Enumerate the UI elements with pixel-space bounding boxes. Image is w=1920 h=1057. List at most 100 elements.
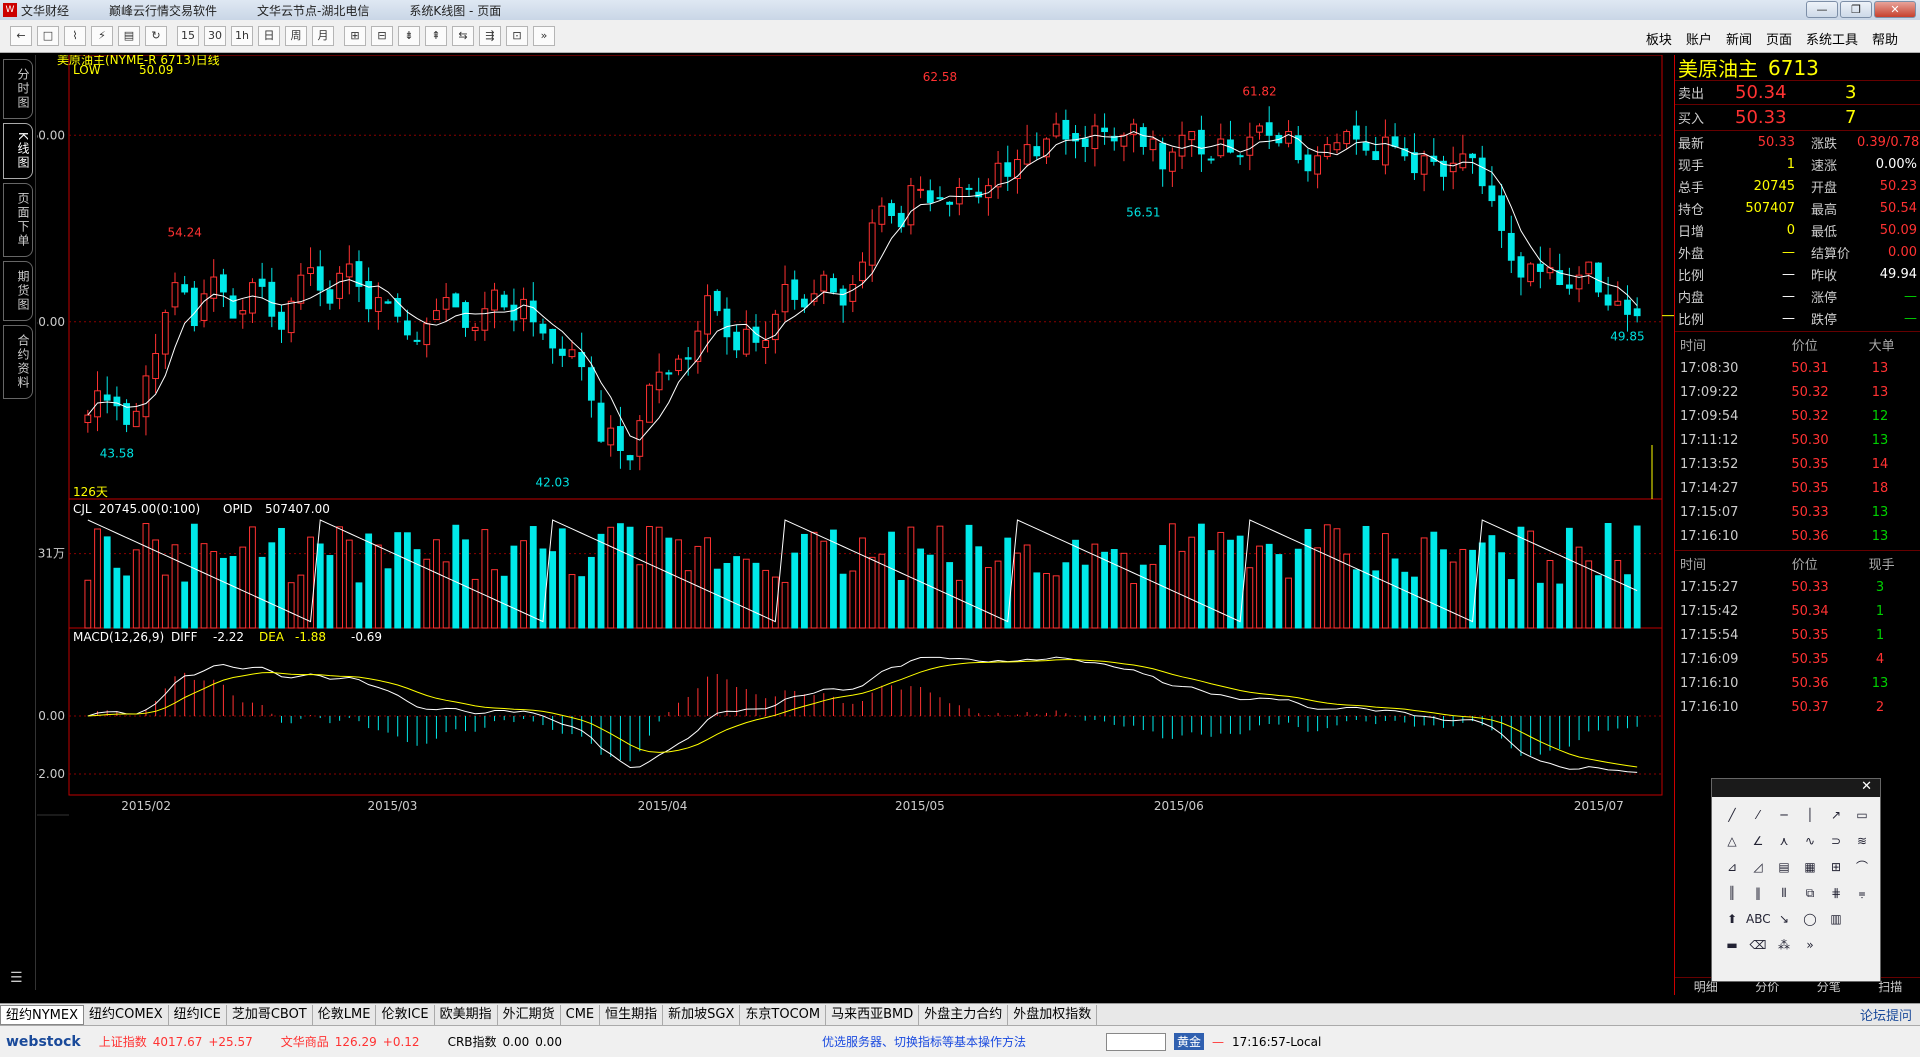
- toolbar-button[interactable]: ⇞: [425, 26, 447, 46]
- toolbar-button[interactable]: 1h: [231, 26, 253, 46]
- draw-tool-icon[interactable]: ║: [1720, 883, 1744, 903]
- market-tab[interactable]: 新加坡SGX: [663, 1004, 741, 1025]
- draw-tool-icon[interactable]: ↗: [1824, 805, 1848, 825]
- side-tab[interactable]: K线图: [3, 123, 33, 179]
- forum-button[interactable]: 论坛提问: [1860, 1005, 1912, 1024]
- market-tab[interactable]: 欧美期指: [435, 1004, 498, 1025]
- draw-tool-icon[interactable]: ⌒: [1850, 857, 1874, 877]
- draw-tool-icon[interactable]: ⁄: [1746, 805, 1770, 825]
- draw-tool-icon[interactable]: ⋕: [1824, 883, 1848, 903]
- side-tab[interactable]: 合约资料: [3, 324, 33, 399]
- draw-tool-icon[interactable]: △: [1720, 831, 1744, 851]
- toolbar-button[interactable]: »: [533, 26, 555, 46]
- toolbar-button[interactable]: ⊟: [371, 26, 393, 46]
- draw-tool-icon[interactable]: ⊿: [1720, 857, 1744, 877]
- draw-tool-icon[interactable]: ╱: [1720, 805, 1744, 825]
- help-link[interactable]: 优选服务器、切换指标等基本操作方法: [822, 1033, 1026, 1050]
- list-item[interactable]: 17:14:27 50.35 18: [1675, 476, 1920, 500]
- draw-tool-icon[interactable]: │: [1798, 805, 1822, 825]
- toolbar-button[interactable]: ↻: [145, 26, 167, 46]
- draw-tool-icon[interactable]: ▬: [1720, 935, 1744, 955]
- draw-tool-icon[interactable]: ⩦: [1850, 883, 1874, 903]
- list-item[interactable]: 17:15:54 50.35 1: [1675, 623, 1920, 647]
- list-item[interactable]: 17:16:10 50.36 13: [1675, 671, 1920, 695]
- draw-tool-icon[interactable]: ⌫: [1746, 935, 1770, 955]
- market-tab[interactable]: 恒生期指: [600, 1004, 664, 1025]
- draw-tool-icon[interactable]: ⧉: [1798, 883, 1822, 903]
- draw-tool-icon[interactable]: ABC: [1746, 909, 1771, 929]
- list-item[interactable]: 17:09:22 50.32 13: [1675, 380, 1920, 404]
- draw-tool-icon[interactable]: ⫴: [1772, 883, 1796, 903]
- draw-tool-icon[interactable]: ◿: [1746, 857, 1770, 877]
- search-input[interactable]: [1105, 1032, 1166, 1051]
- market-tab[interactable]: 芝加哥CBOT: [227, 1004, 313, 1025]
- toolbar-button[interactable]: ⇟: [398, 26, 420, 46]
- panel-close-icon[interactable]: ✕: [1712, 779, 1880, 797]
- menu-item[interactable]: 板块: [1646, 29, 1672, 48]
- side-tab[interactable]: 期货图: [3, 260, 33, 321]
- toolbar-button[interactable]: ⇶: [479, 26, 501, 46]
- market-tab[interactable]: 纽约NYMEX: [0, 1004, 85, 1025]
- side-tab[interactable]: 分时图: [3, 59, 33, 119]
- draw-tool-icon[interactable]: ≋: [1850, 831, 1874, 851]
- draw-tool-icon[interactable]: ▤: [1772, 857, 1796, 877]
- toolbar-button[interactable]: ▤: [118, 26, 140, 46]
- toolbar-button[interactable]: 日: [258, 26, 280, 46]
- draw-tool-icon[interactable]: ⁂: [1772, 935, 1796, 955]
- kline-chart[interactable]: 美原油主(NYME-R 6713)日线LOW50.09126天60.0050.0…: [31, 53, 1674, 1000]
- market-tab[interactable]: 伦敦ICE: [376, 1004, 435, 1025]
- draw-tool-icon[interactable]: ▦: [1798, 857, 1822, 877]
- buy-row[interactable]: 买入 50.33 7: [1675, 105, 1920, 131]
- gold-button[interactable]: 黄金: [1173, 1033, 1204, 1050]
- menu-item[interactable]: 系统工具: [1806, 29, 1858, 48]
- draw-tool-icon[interactable]: ∠: [1746, 831, 1770, 851]
- list-item[interactable]: 17:16:10 50.37 2: [1675, 695, 1920, 719]
- toolbar-button[interactable]: ←: [10, 26, 32, 46]
- draw-tool-icon[interactable]: ⋏: [1772, 831, 1796, 851]
- draw-tool-icon[interactable]: ⊞: [1824, 857, 1848, 877]
- toolbar-button[interactable]: 月: [312, 26, 334, 46]
- list-item[interactable]: 17:16:10 50.36 13: [1675, 524, 1920, 548]
- draw-tool-icon[interactable]: ▥: [1824, 909, 1848, 929]
- toolbar-button[interactable]: ⚡: [91, 26, 113, 46]
- market-tab[interactable]: 外盘加权指数: [1008, 1004, 1098, 1025]
- market-tab[interactable]: 纽约ICE: [169, 1004, 227, 1025]
- toolbar-button[interactable]: ⊡: [506, 26, 528, 46]
- toolbar-button[interactable]: 周: [285, 26, 307, 46]
- draw-tool-icon[interactable]: [1850, 909, 1874, 929]
- market-tab[interactable]: 外汇期货: [498, 1004, 561, 1025]
- list-item[interactable]: 17:13:52 50.35 14: [1675, 452, 1920, 476]
- draw-tool-icon[interactable]: ─: [1772, 805, 1796, 825]
- market-tab[interactable]: CME: [561, 1004, 601, 1025]
- list-item[interactable]: 17:09:54 50.32 12: [1675, 404, 1920, 428]
- list-item[interactable]: 17:15:42 50.34 1: [1675, 599, 1920, 623]
- toolbar-button[interactable]: 30: [204, 26, 226, 46]
- quote-tab[interactable]: 扫描: [1878, 978, 1902, 995]
- draw-tool-icon[interactable]: ∿: [1798, 831, 1822, 851]
- market-tab[interactable]: 纽约COMEX: [84, 1004, 169, 1025]
- toolbar-button[interactable]: □: [37, 26, 59, 46]
- toolbar-button[interactable]: 15: [177, 26, 199, 46]
- list-item[interactable]: 17:08:30 50.31 13: [1675, 356, 1920, 380]
- draw-tool-icon[interactable]: ⬆: [1720, 909, 1744, 929]
- draw-tool-icon[interactable]: »: [1798, 935, 1822, 955]
- toolbar-button[interactable]: ⌇: [64, 26, 86, 46]
- menu-item[interactable]: 账户: [1686, 29, 1712, 48]
- menu-item[interactable]: 新闻: [1726, 29, 1752, 48]
- market-tab[interactable]: 外盘主力合约: [919, 1004, 1009, 1025]
- draw-tool-icon[interactable]: ⊃: [1824, 831, 1848, 851]
- minimize-button[interactable]: —: [1806, 1, 1838, 18]
- menu-item[interactable]: 帮助: [1872, 29, 1898, 48]
- menu-item[interactable]: 页面: [1766, 29, 1792, 48]
- list-item[interactable]: 17:11:12 50.30 13: [1675, 428, 1920, 452]
- list-item[interactable]: 17:15:27 50.33 3: [1675, 575, 1920, 599]
- market-tab[interactable]: 东京TOCOM: [740, 1004, 827, 1025]
- list-item[interactable]: 17:15:07 50.33 13: [1675, 500, 1920, 524]
- draw-tool-icon[interactable]: ◯: [1798, 909, 1822, 929]
- toolbar-button[interactable]: ⇆: [452, 26, 474, 46]
- sell-row[interactable]: 卖出 50.34 3: [1675, 81, 1920, 105]
- market-tab[interactable]: 马来西亚BMD: [826, 1004, 920, 1025]
- close-button[interactable]: ✕: [1874, 1, 1916, 18]
- toolbar-button[interactable]: ⊞: [344, 26, 366, 46]
- draw-tool-icon[interactable]: ▭: [1850, 805, 1874, 825]
